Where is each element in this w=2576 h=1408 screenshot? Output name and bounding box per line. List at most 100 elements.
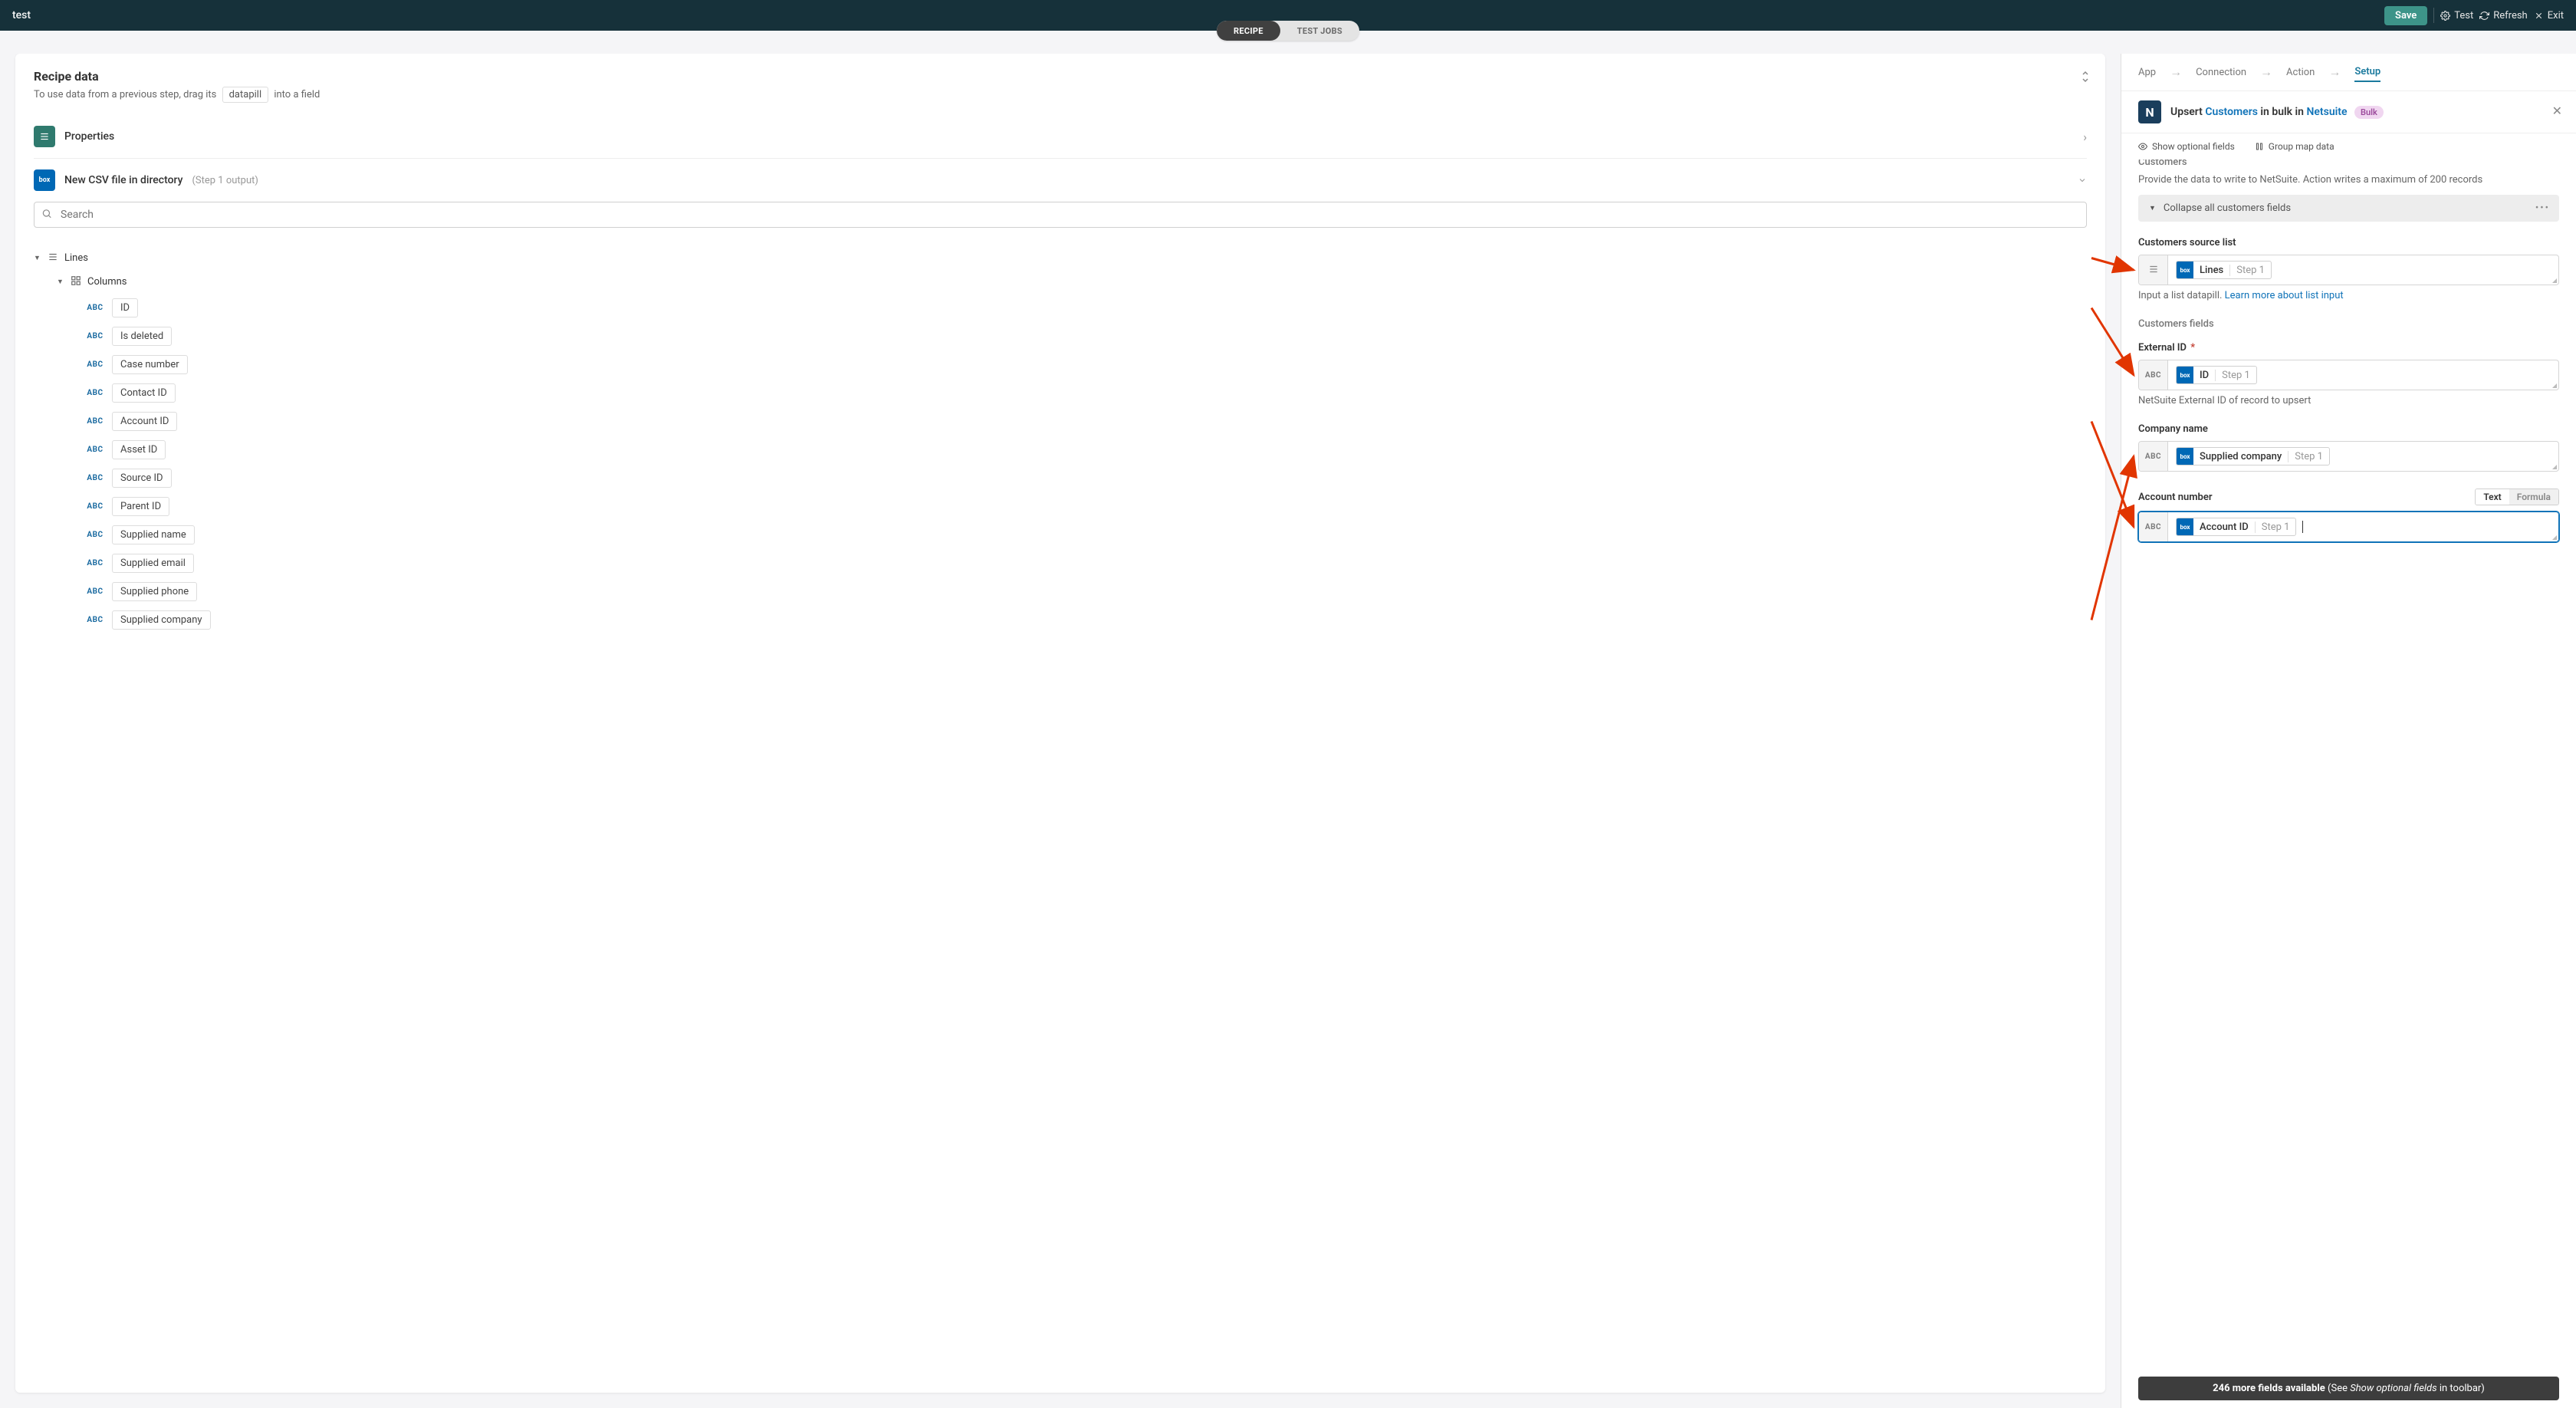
field-label: Company name — [2138, 423, 2208, 435]
resize-handle[interactable] — [2549, 532, 2557, 540]
schema-field[interactable]: ABCParent ID — [84, 492, 2087, 521]
schema-field[interactable]: ABCAccount ID — [84, 407, 2087, 436]
caret-down-icon: ▼ — [2149, 204, 2156, 212]
box-icon: box — [2177, 367, 2193, 383]
schema-field[interactable]: ABCID — [84, 294, 2087, 322]
list-icon — [2148, 263, 2159, 278]
recipe-data-subtitle: To use data from a previous step, drag i… — [34, 87, 2087, 103]
supplied-company-datapill[interactable]: box Supplied company Step 1 — [2176, 447, 2330, 465]
abc-icon: ABC — [84, 559, 106, 567]
chevron-right-icon: › — [2083, 130, 2087, 144]
arrow-icon: → — [2328, 64, 2341, 80]
schema-field[interactable]: ABCSupplied company — [84, 606, 2087, 634]
box-icon: box — [34, 169, 55, 191]
schema-field[interactable]: ABCSupplied email — [84, 549, 2087, 577]
gear-icon — [2440, 11, 2450, 21]
schema-field[interactable]: ABCIs deleted — [84, 322, 2087, 350]
test-button[interactable]: Test — [2440, 10, 2473, 21]
id-datapill[interactable]: box ID Step 1 — [2176, 366, 2257, 384]
formula-mode[interactable]: Formula — [2509, 489, 2558, 505]
list-input-link[interactable]: Learn more about list input — [2225, 290, 2344, 301]
schema-field[interactable]: ABCSource ID — [84, 464, 2087, 492]
abc-icon: ABC — [84, 616, 106, 624]
list-icon — [48, 251, 58, 265]
list-icon — [34, 126, 55, 147]
arrow-icon: → — [2260, 64, 2272, 80]
schema-field[interactable]: ABCSupplied name — [84, 521, 2087, 549]
customers-heading: Customers — [2138, 160, 2559, 168]
dots-icon[interactable]: ••• — [2535, 202, 2550, 214]
lines-node[interactable]: Lines — [64, 252, 88, 264]
show-optional-link[interactable]: Show optional fields — [2138, 141, 2235, 152]
refresh-label: Refresh — [2493, 10, 2527, 21]
columns-node[interactable]: Columns — [87, 276, 127, 288]
box-icon: box — [2177, 262, 2193, 278]
caret-down-icon[interactable]: ▼ — [34, 254, 41, 262]
map-icon — [2255, 142, 2264, 151]
divider — [2433, 8, 2434, 23]
external-id-input[interactable]: ABC box ID Step 1 — [2138, 360, 2559, 390]
bc-connection[interactable]: Connection — [2196, 67, 2246, 78]
action-title: Upsert Customers in bulk in Netsuite Bul… — [2170, 106, 2384, 118]
abc-icon: ABC — [84, 389, 106, 397]
abc-icon: ABC — [84, 304, 106, 312]
tab-recipe[interactable]: RECIPE — [1217, 21, 1280, 41]
step1-row[interactable]: box New CSV file in directory (Step 1 ou… — [34, 159, 2087, 202]
recipe-data-card: Recipe data To use data from a previous … — [15, 54, 2105, 1393]
bc-setup[interactable]: Setup — [2354, 66, 2380, 82]
mode-toggle[interactable]: Text Formula — [2475, 489, 2559, 505]
abc-icon: ABC — [84, 332, 106, 340]
abc-icon: ABC — [84, 531, 106, 539]
source-list-input[interactable]: box Lines Step 1 — [2138, 255, 2559, 285]
abc-icon: ABC — [2145, 452, 2161, 461]
resize-handle[interactable] — [2549, 275, 2557, 283]
abc-icon: ABC — [84, 446, 106, 454]
company-name-input[interactable]: ABC box Supplied company Step 1 — [2138, 441, 2559, 472]
field-help: Input a list datapill. Learn more about … — [2138, 290, 2559, 301]
field-help: NetSuite External ID of record to upsert — [2138, 395, 2559, 406]
field-label: External ID — [2138, 342, 2187, 354]
field-label: Customers source list — [2138, 237, 2236, 248]
refresh-icon — [2479, 11, 2489, 21]
abc-icon: ABC — [84, 360, 106, 369]
abc-icon: ABC — [84, 474, 106, 482]
schema-field[interactable]: ABCCase number — [84, 350, 2087, 379]
bc-app[interactable]: App — [2138, 67, 2156, 78]
setup-panel: App → Connection → Action → Setup N Upse… — [2121, 54, 2576, 1408]
account-id-datapill[interactable]: box Account ID Step 1 — [2176, 518, 2296, 536]
resize-handle[interactable] — [2549, 462, 2557, 469]
close-icon[interactable]: ✕ — [2552, 104, 2562, 118]
eye-icon — [2138, 142, 2147, 151]
chevron-down-icon — [2078, 173, 2087, 188]
datapill-chip: datapill — [222, 87, 269, 103]
schema-field[interactable]: ABCAsset ID — [84, 436, 2087, 464]
group-map-link[interactable]: Group map data — [2255, 141, 2334, 152]
bulk-badge: Bulk — [2354, 106, 2384, 119]
exit-button[interactable]: Exit — [2534, 10, 2564, 21]
abc-icon: ABC — [84, 502, 106, 511]
box-icon: box — [2177, 518, 2193, 535]
recipe-name: test — [12, 9, 31, 21]
account-number-input[interactable]: ABC box Account ID Step 1 — [2138, 512, 2559, 542]
properties-row[interactable]: Properties › — [34, 115, 2087, 159]
abc-icon: ABC — [84, 417, 106, 426]
test-label: Test — [2454, 10, 2473, 21]
text-mode[interactable]: Text — [2476, 489, 2509, 505]
lines-datapill[interactable]: box Lines Step 1 — [2176, 261, 2272, 279]
schema-field[interactable]: ABCContact ID — [84, 379, 2087, 407]
save-button[interactable]: Save — [2384, 6, 2427, 25]
tab-test-jobs[interactable]: TEST JOBS — [1280, 21, 1359, 41]
collapse-bar[interactable]: ▼ Collapse all customers fields ••• — [2138, 195, 2559, 222]
tabs-row: RECIPE TEST JOBS — [0, 31, 2576, 54]
caret-down-icon[interactable]: ▼ — [57, 278, 64, 286]
refresh-button[interactable]: Refresh — [2479, 10, 2527, 21]
search-input[interactable] — [34, 202, 2087, 228]
tabs-pill: RECIPE TEST JOBS — [1217, 21, 1359, 41]
exit-label: Exit — [2548, 10, 2564, 21]
schema-field[interactable]: ABCSupplied phone — [84, 577, 2087, 606]
properties-label: Properties — [64, 130, 114, 143]
resize-handle[interactable] — [2549, 380, 2557, 388]
search-icon — [41, 208, 52, 222]
bc-action[interactable]: Action — [2286, 67, 2315, 78]
expand-collapse-icon[interactable] — [2081, 71, 2090, 86]
